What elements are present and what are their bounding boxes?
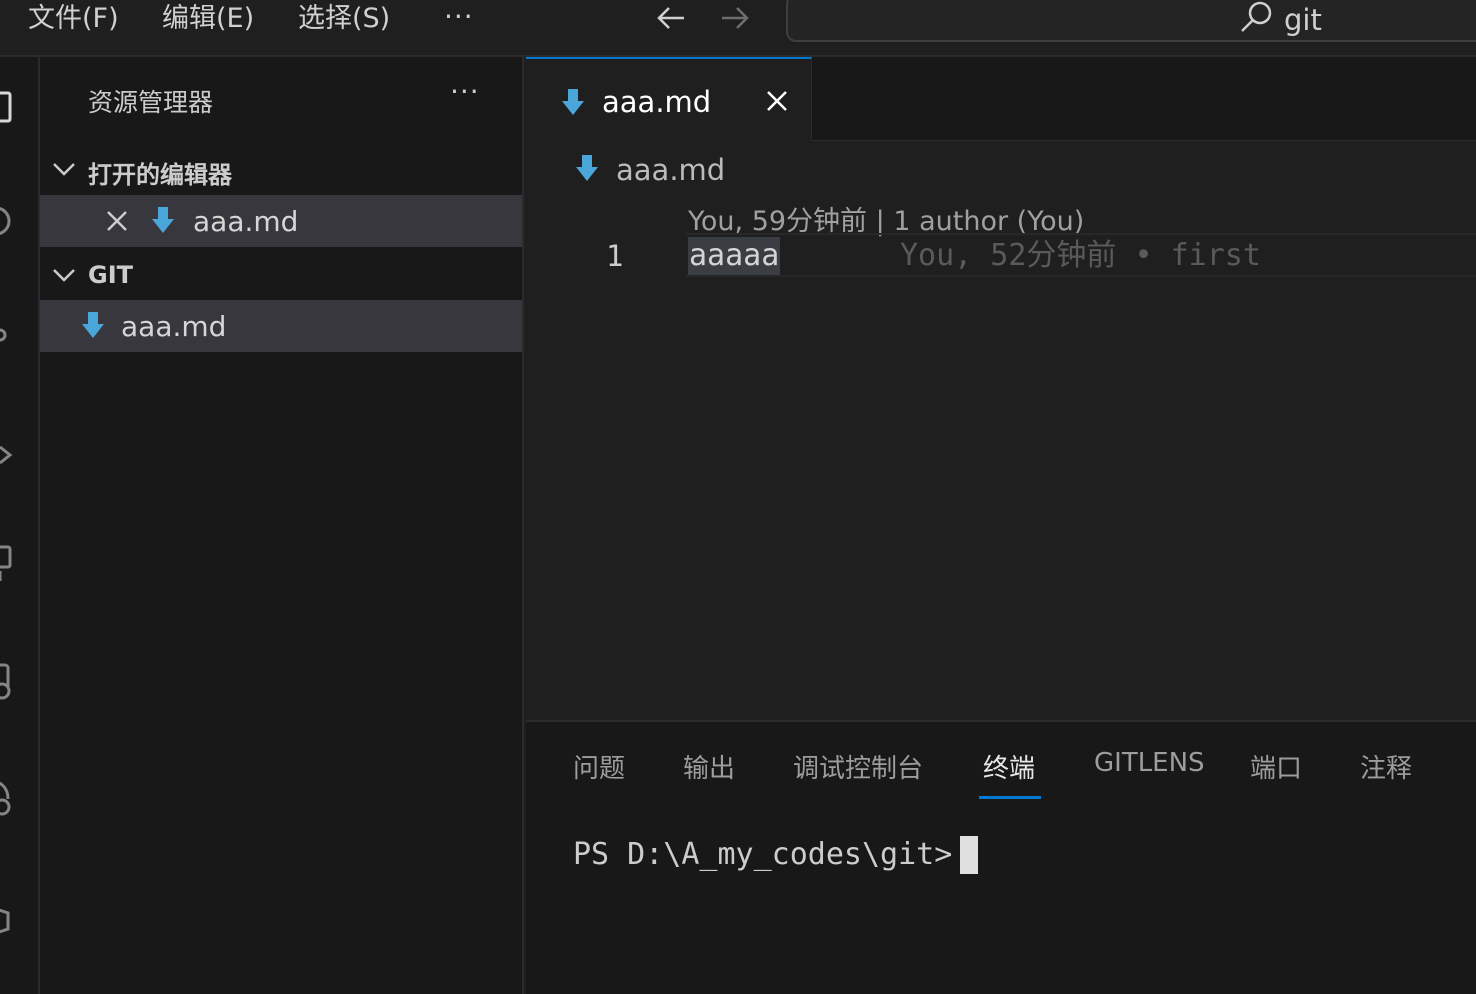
sidebar-more-button[interactable]: ···: [450, 75, 480, 108]
open-editor-item[interactable]: aaa.md: [40, 195, 522, 247]
inline-blame: You, 52分钟前 • first: [900, 238, 1261, 273]
sidebar-title: 资源管理器: [88, 88, 214, 117]
markdown-icon: [152, 207, 174, 233]
menu-file[interactable]: 文件(F): [28, 2, 119, 36]
title-bar: 文件(F) 编辑(E) 选择(S) ··· git: [0, 0, 1476, 57]
markdown-icon: [82, 312, 104, 338]
open-editor-filename: aaa.md: [193, 205, 299, 238]
terminal-cursor: [960, 836, 979, 874]
editor-area[interactable]: aaa.md You, 59分钟前 | 1 author (You) 1 aaa…: [526, 141, 1476, 720]
back-arrow-icon[interactable]: [654, 2, 690, 34]
bottom-panel: 问题 输出 调试控制台 终端 GITLENS 端口 注释 PS D:\A_my_…: [526, 720, 1476, 994]
git-folder-section[interactable]: GIT: [40, 253, 522, 297]
search-activity-icon[interactable]: [0, 201, 14, 241]
chevron-down-icon: [53, 269, 75, 282]
testing-icon[interactable]: [0, 899, 14, 939]
open-editors-label: 打开的编辑器: [88, 161, 232, 189]
terminal[interactable]: PS D:\A_my_codes\git>: [573, 836, 979, 874]
tab-debug-console[interactable]: 调试控制台: [793, 748, 923, 785]
code-line[interactable]: aaaaa: [688, 237, 781, 275]
chevron-down-icon: [53, 163, 75, 176]
editor-tab-bar: aaa.md: [526, 57, 1476, 142]
file-tree-filename: aaa.md: [121, 310, 227, 343]
close-tab-icon[interactable]: [766, 90, 788, 112]
tab-comments[interactable]: 注释: [1360, 748, 1412, 785]
tab-label: aaa.md: [602, 85, 712, 119]
tab-aaa-md[interactable]: aaa.md: [526, 57, 812, 142]
explorer-icon[interactable]: [0, 87, 14, 127]
explorer-sidebar: 资源管理器 ··· 打开的编辑器 aaa.md GIT aaa.md: [40, 57, 524, 994]
search-icon: [1241, 1, 1272, 32]
forward-arrow-icon[interactable]: [716, 2, 752, 34]
line-number: 1: [606, 239, 624, 273]
markdown-icon: [576, 155, 598, 181]
gitlens-icon[interactable]: [0, 777, 14, 817]
extensions-icon[interactable]: [0, 541, 14, 581]
breadcrumb[interactable]: aaa.md: [616, 153, 725, 187]
activity-bar: [0, 57, 40, 994]
remote-explorer-icon[interactable]: [0, 661, 14, 701]
vscode-window: 文件(F) 编辑(E) 选择(S) ··· git 资源管理器 ··· 打开的编…: [0, 0, 1476, 994]
terminal-prompt: PS D:\A_my_codes\git>: [573, 837, 953, 872]
source-control-icon[interactable]: [0, 315, 14, 355]
tab-gitlens[interactable]: GITLENS: [1094, 748, 1205, 778]
tab-output[interactable]: 输出: [683, 748, 735, 785]
menu-selection[interactable]: 选择(S): [298, 2, 390, 36]
menu-more-button[interactable]: ···: [444, 0, 474, 33]
close-editor-icon[interactable]: [106, 210, 128, 232]
run-debug-icon[interactable]: [0, 435, 14, 475]
command-center-search[interactable]: git: [786, 0, 1476, 42]
tab-ports[interactable]: 端口: [1250, 748, 1302, 785]
file-tree-item[interactable]: aaa.md: [40, 300, 522, 352]
tab-problems[interactable]: 问题: [573, 748, 625, 785]
git-folder-label: GIT: [88, 261, 133, 289]
search-text: git: [1284, 3, 1322, 37]
markdown-icon: [562, 89, 584, 115]
menu-edit[interactable]: 编辑(E): [162, 2, 254, 36]
open-editors-section[interactable]: 打开的编辑器: [40, 147, 522, 191]
active-tab-indicator: [979, 796, 1041, 799]
tab-terminal[interactable]: 终端: [983, 748, 1035, 785]
